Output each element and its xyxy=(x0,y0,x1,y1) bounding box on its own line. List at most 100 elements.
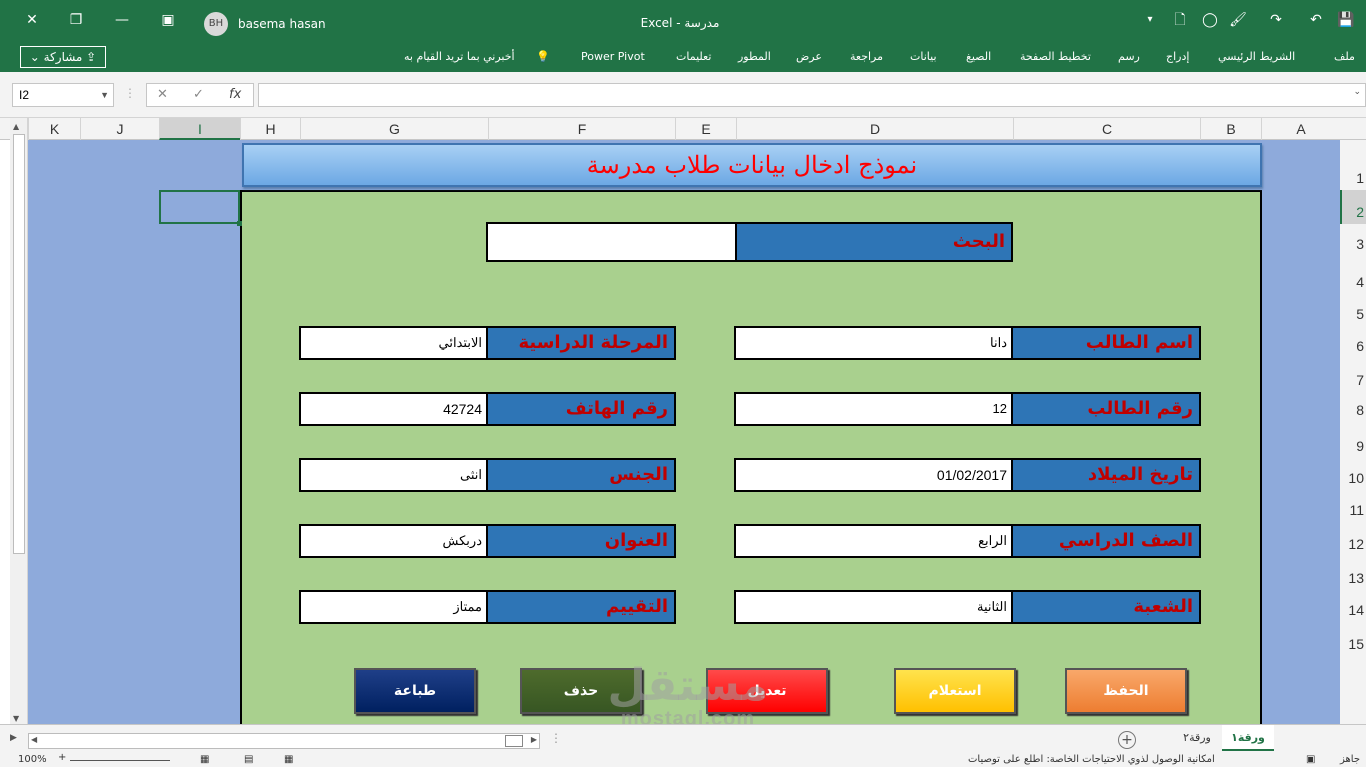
row-header-9[interactable]: 9 xyxy=(1340,438,1366,454)
tab-insert[interactable]: إدراج xyxy=(1166,50,1189,63)
new-file-icon[interactable]: 🗋 xyxy=(1170,10,1190,30)
row-header-1[interactable]: 1 xyxy=(1340,170,1366,186)
scroll-right-icon[interactable]: ▶ xyxy=(531,735,537,744)
vertical-scrollbar[interactable]: ▲ ▼ xyxy=(10,118,28,730)
insert-function-icon[interactable]: fx xyxy=(229,87,241,102)
scroll-right-icon[interactable]: ▶ xyxy=(10,733,17,743)
accessibility-status[interactable]: امكانية الوصول لذوي الاحتياجات الخاصة: ا… xyxy=(968,754,1215,765)
column-header-b[interactable]: B xyxy=(1200,118,1261,140)
grade-field[interactable]: الرابع xyxy=(734,524,1013,558)
gender-field[interactable]: انثى xyxy=(299,458,488,492)
name-box[interactable]: I2 ▼ xyxy=(12,83,114,107)
normal-view-icon[interactable]: ▦ xyxy=(284,754,293,765)
macro-record-icon[interactable]: ▣ xyxy=(1306,754,1315,765)
delete-button[interactable]: حذف xyxy=(520,668,642,714)
format-painter-icon[interactable]: 🖌 xyxy=(1228,10,1248,30)
row-header-15[interactable]: 15 xyxy=(1340,636,1366,652)
student-number-field[interactable]: 12 xyxy=(734,392,1013,426)
student-name-field[interactable]: دانا xyxy=(734,326,1013,360)
redo-icon[interactable]: ↷ xyxy=(1266,10,1286,30)
row-header-7[interactable]: 7 xyxy=(1340,372,1366,388)
column-header-d[interactable]: D xyxy=(736,118,1013,140)
tab-home[interactable]: الشريط الرئيسي xyxy=(1218,50,1295,63)
user-name[interactable]: basema hasan xyxy=(238,17,326,31)
cancel-icon[interactable]: ✕ xyxy=(157,87,168,102)
tab-power-pivot[interactable]: Power Pivot xyxy=(581,50,645,63)
column-header-h[interactable]: H xyxy=(240,118,300,140)
rating-field[interactable]: ممتاز xyxy=(299,590,488,624)
address-field[interactable]: دربكش xyxy=(299,524,488,558)
row-header-5[interactable]: 5 xyxy=(1340,306,1366,322)
tab-file[interactable]: ملف xyxy=(1334,50,1355,63)
row-header-14[interactable]: 14 xyxy=(1340,602,1366,618)
column-header-g[interactable]: G xyxy=(300,118,488,140)
scroll-up-icon[interactable]: ▲ xyxy=(13,122,19,131)
scroll-thumb[interactable] xyxy=(13,134,25,554)
tab-data[interactable]: بيانات xyxy=(910,50,937,63)
tab-help[interactable]: تعليمات xyxy=(676,50,711,63)
more-icon[interactable]: ⋮ xyxy=(124,86,136,100)
page-layout-icon[interactable]: ▤ xyxy=(244,754,253,765)
customize-qat-icon[interactable]: ▾ xyxy=(1140,10,1160,30)
scroll-left-icon[interactable]: ◀ xyxy=(31,735,37,744)
column-header-a[interactable]: A xyxy=(1261,118,1340,140)
column-header-c[interactable]: C xyxy=(1013,118,1200,140)
sheet-tab-2[interactable]: ورقة٢ xyxy=(1172,725,1222,751)
close-icon[interactable]: ✕ xyxy=(22,10,42,30)
stage-field[interactable]: الابتدائي xyxy=(299,326,488,360)
zoom-in-icon[interactable]: + xyxy=(58,752,66,763)
row-header-13[interactable]: 13 xyxy=(1340,570,1366,586)
tell-me-search[interactable]: أخبرني بما تريد القيام به xyxy=(404,50,515,63)
share-button[interactable]: ⌄ مشاركة ⇪ xyxy=(20,46,106,68)
row-header-11[interactable]: 11 xyxy=(1340,502,1366,518)
undo-icon[interactable]: ↶ xyxy=(1306,10,1326,30)
tab-page-layout[interactable]: تخطيط الصفحة xyxy=(1020,50,1091,63)
column-header-j[interactable]: J xyxy=(80,118,159,140)
selected-cell[interactable] xyxy=(159,190,242,226)
tab-formulas[interactable]: الصيغ xyxy=(966,50,991,63)
zoom-level[interactable]: 100% xyxy=(18,754,47,765)
column-header-f[interactable]: F xyxy=(488,118,675,140)
formula-input[interactable]: ⌄ xyxy=(258,83,1366,107)
row-header-8[interactable]: 8 xyxy=(1340,402,1366,418)
add-sheet-button[interactable]: + xyxy=(1118,731,1136,749)
circle-icon[interactable]: ◯ xyxy=(1200,10,1220,30)
row-header-2[interactable]: 2 xyxy=(1340,190,1366,224)
sheet-tab-1[interactable]: ورقة١ xyxy=(1222,725,1274,751)
minimize-icon[interactable]: — xyxy=(112,10,132,30)
enter-icon[interactable]: ✓ xyxy=(193,87,204,102)
section-field[interactable]: الثانية xyxy=(734,590,1013,624)
more-icon[interactable]: ⋮ xyxy=(550,731,562,745)
avatar[interactable]: BH xyxy=(204,12,228,36)
expand-icon[interactable]: ⌄ xyxy=(1353,87,1361,97)
save-button[interactable]: الحفظ xyxy=(1065,668,1187,714)
query-button[interactable]: استعلام xyxy=(894,668,1016,714)
tab-draw[interactable]: رسم xyxy=(1118,50,1140,63)
zoom-slider[interactable] xyxy=(70,760,170,761)
ribbon-display-icon[interactable]: ▣ xyxy=(158,10,178,30)
column-header-e[interactable]: E xyxy=(675,118,736,140)
horizontal-scrollbar[interactable]: ◀ ▶ xyxy=(28,733,540,749)
edit-button[interactable]: تعديل xyxy=(706,668,828,714)
birth-date-field[interactable]: 01/02/2017 xyxy=(734,458,1013,492)
row-header-10[interactable]: 10 xyxy=(1340,470,1366,486)
tab-view[interactable]: عرض xyxy=(796,50,822,63)
column-header-i[interactable]: I xyxy=(159,118,240,140)
scroll-down-icon[interactable]: ▼ xyxy=(13,714,19,723)
tab-review[interactable]: مراجعة xyxy=(850,50,883,63)
row-header-3[interactable]: 3 xyxy=(1340,236,1366,252)
search-input[interactable] xyxy=(486,222,737,262)
save-icon[interactable]: 💾 xyxy=(1336,10,1356,30)
column-header-k[interactable]: K xyxy=(28,118,80,140)
phone-field[interactable]: 42724 xyxy=(299,392,488,426)
lightbulb-icon[interactable]: 💡 xyxy=(536,50,550,63)
row-header-12[interactable]: 12 xyxy=(1340,536,1366,552)
print-button[interactable]: طباعة xyxy=(354,668,476,714)
tab-developer[interactable]: المطور xyxy=(738,50,771,63)
restore-icon[interactable]: ❐ xyxy=(66,10,86,30)
row-header-4[interactable]: 4 xyxy=(1340,274,1366,290)
page-break-icon[interactable]: ▦ xyxy=(200,754,209,765)
row-header-6[interactable]: 6 xyxy=(1340,338,1366,354)
scroll-thumb[interactable] xyxy=(505,735,523,747)
chevron-down-icon[interactable]: ▼ xyxy=(100,84,109,106)
